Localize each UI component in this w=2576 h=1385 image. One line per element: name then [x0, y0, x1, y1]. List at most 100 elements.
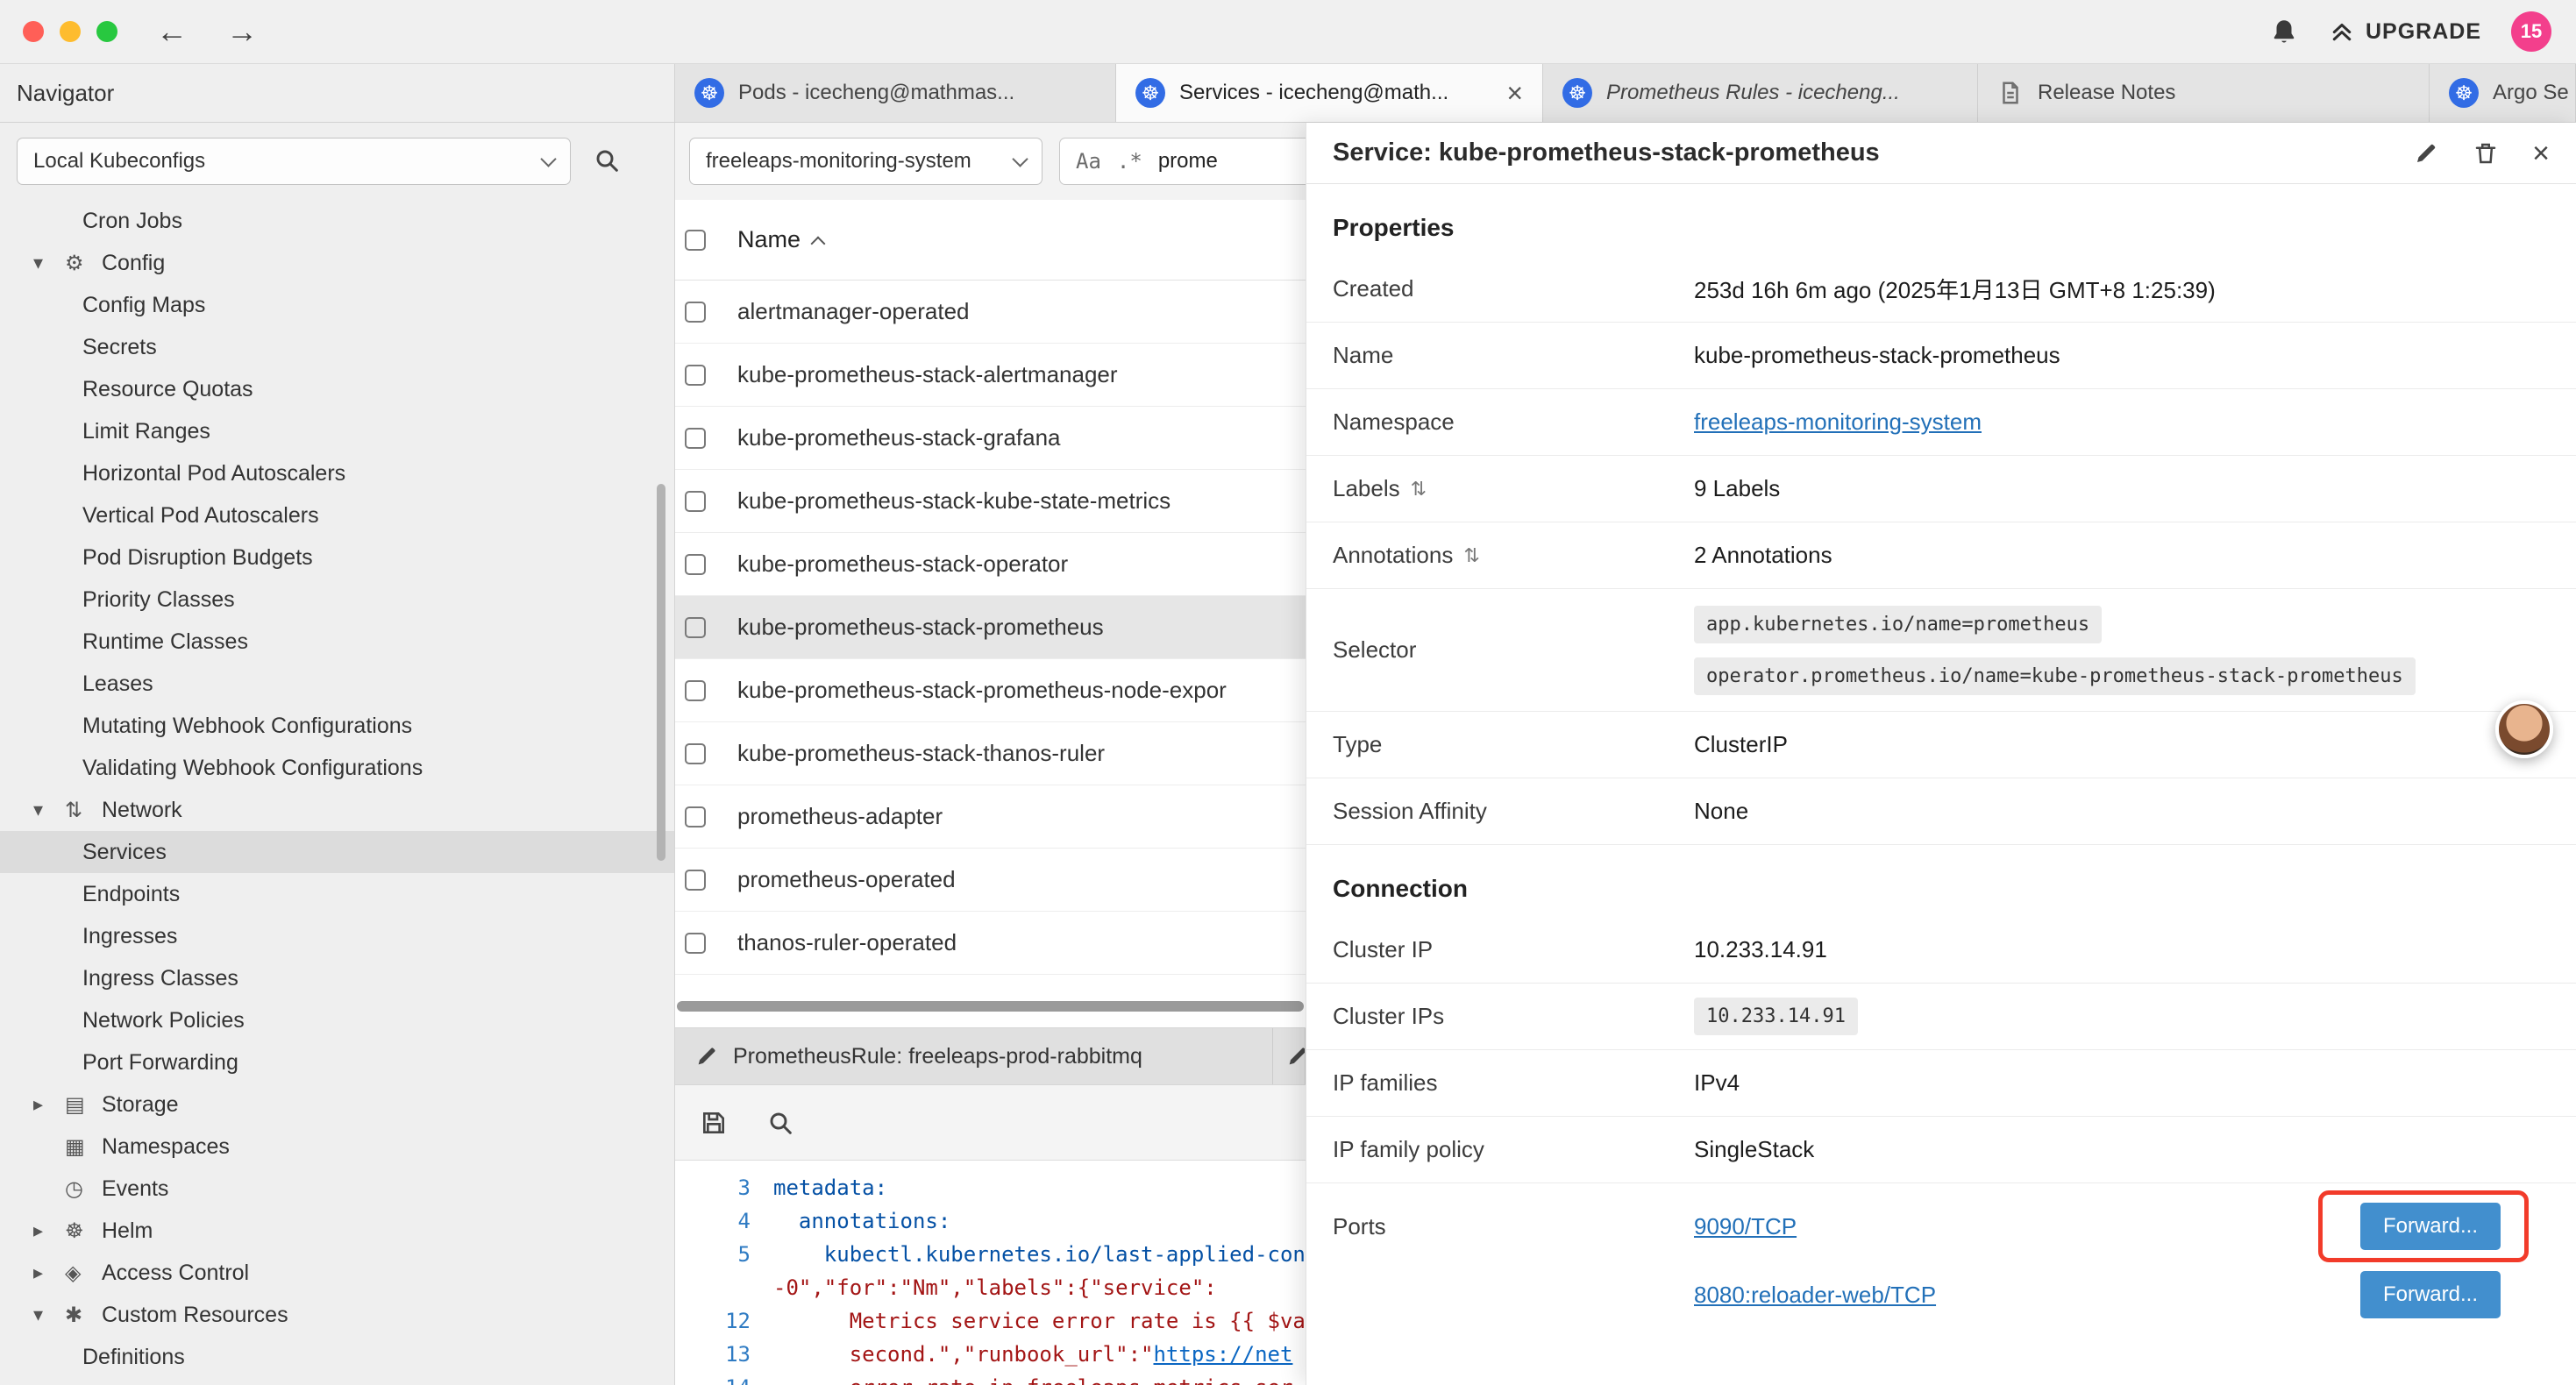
sidebar-item-access-control[interactable]: ▸◈Access Control	[0, 1252, 674, 1294]
sidebar-item-definitions[interactable]: Definitions	[0, 1336, 674, 1378]
line-number: 12	[675, 1309, 773, 1333]
row-checkbox[interactable]	[685, 428, 706, 449]
notification-count-badge[interactable]: 15	[2511, 11, 2551, 52]
row-checkbox[interactable]	[685, 806, 706, 827]
notifications-bell-icon[interactable]	[2269, 17, 2299, 46]
sidebar-item-network-policies[interactable]: Network Policies	[0, 999, 674, 1041]
namespace-filter-select[interactable]: freeleaps-monitoring-system	[689, 138, 1042, 185]
sidebar-item-services[interactable]: Services	[0, 831, 674, 873]
delete-icon[interactable]	[2473, 140, 2499, 167]
sidebar-item-ingress-classes[interactable]: Ingress Classes	[0, 957, 674, 999]
dock-tab-partial[interactable]	[1273, 1028, 1306, 1084]
window-minimize-button[interactable]	[60, 21, 81, 42]
sidebar-item-priority-classes[interactable]: Priority Classes	[0, 579, 674, 621]
sidebar-item-runtime-classes[interactable]: Runtime Classes	[0, 621, 674, 663]
sidebar-item-custom-resources[interactable]: ▾✱Custom Resources	[0, 1294, 674, 1336]
row-checkbox[interactable]	[685, 491, 706, 512]
sidebar-item-port-forwarding[interactable]: Port Forwarding	[0, 1041, 674, 1083]
expand-sort-icon[interactable]: ⇅	[1463, 544, 1479, 567]
sidebar-item-storage[interactable]: ▸▤Storage	[0, 1083, 674, 1126]
row-checkbox[interactable]	[685, 933, 706, 954]
tab-close-icon[interactable]: ×	[1506, 79, 1523, 107]
sidebar-item-pod-disruption-budgets[interactable]: Pod Disruption Budgets	[0, 536, 674, 579]
port-row: 9090/TCP Forward...	[1694, 1192, 2550, 1261]
forward-button[interactable]: Forward...	[2360, 1271, 2501, 1318]
service-name: thanos-ruler-operated	[737, 929, 957, 956]
sidebar-item-validating-webhook-configurations[interactable]: Validating Webhook Configurations	[0, 747, 674, 789]
row-label: Labels	[1333, 475, 1400, 502]
upgrade-button[interactable]: UPGRADE	[2329, 18, 2481, 45]
sidebar-item-events[interactable]: ◷Events	[0, 1168, 674, 1210]
window-zoom-button[interactable]	[96, 21, 117, 42]
row-checkbox[interactable]	[685, 365, 706, 386]
sidebar-item-namespaces[interactable]: ▦Namespaces	[0, 1126, 674, 1168]
tab-argo[interactable]: ☸ Argo Se	[2430, 64, 2576, 122]
caret-expanded-icon[interactable]: ▾	[33, 252, 65, 274]
expand-sort-icon[interactable]: ⇅	[1411, 478, 1427, 501]
caret-expanded-icon[interactable]: ▾	[33, 799, 65, 821]
select-all-checkbox[interactable]	[685, 230, 706, 251]
code-text: -0","for":"Nm","labels":{"service":	[773, 1275, 1217, 1300]
sidebar-item-limit-ranges[interactable]: Limit Ranges	[0, 410, 674, 452]
port-link[interactable]: 8080:reloader-web/TCP	[1694, 1282, 1936, 1309]
sidebar-scrollbar[interactable]	[657, 484, 665, 861]
tab-prometheus-rules[interactable]: ☸ Prometheus Rules - icecheng...	[1543, 64, 1978, 122]
sidebar-item-config-maps[interactable]: Config Maps	[0, 284, 674, 326]
match-case-toggle[interactable]: Aa	[1076, 149, 1101, 174]
forward-button[interactable]: Forward...	[2360, 1203, 2501, 1250]
tab-pods[interactable]: ☸ Pods - icecheng@mathmas...	[675, 64, 1116, 122]
sidebar-item-mutating-webhook-configurations[interactable]: Mutating Webhook Configurations	[0, 705, 674, 747]
column-header-name[interactable]: Name	[737, 226, 823, 253]
sidebar-item-helm[interactable]: ▸☸Helm	[0, 1210, 674, 1252]
port-link[interactable]: 9090/TCP	[1694, 1213, 1797, 1240]
sidebar-item-endpoints[interactable]: Endpoints	[0, 873, 674, 915]
tab-services[interactable]: ☸ Services - icecheng@math... ×	[1116, 64, 1543, 122]
back-icon[interactable]: ←	[156, 16, 188, 47]
sidebar-search-icon[interactable]	[593, 146, 621, 174]
navigator-sidebar: Local Kubeconfigs Cron Jobs▾⚙ConfigConfi…	[0, 123, 675, 1385]
dock-tab-prometheusrule[interactable]: PrometheusRule: freeleaps-prod-rabbitmq	[675, 1028, 1273, 1084]
namespace-link[interactable]: freeleaps-monitoring-system	[1694, 408, 1982, 435]
row-label: IP families	[1333, 1069, 1694, 1097]
edit-icon[interactable]	[2413, 140, 2439, 167]
row-checkbox[interactable]	[685, 302, 706, 323]
sidebar-filter-row: Local Kubeconfigs	[0, 123, 674, 200]
sidebar-item-label: Leases	[82, 671, 153, 697]
sidebar-item-config[interactable]: ▾⚙Config	[0, 242, 674, 284]
row-checkbox[interactable]	[685, 743, 706, 764]
custom_resources-icon: ✱	[65, 1303, 102, 1328]
service-name: prometheus-operated	[737, 866, 956, 893]
editor-search-icon[interactable]	[766, 1109, 794, 1137]
row-checkbox[interactable]	[685, 554, 706, 575]
window-close-button[interactable]	[23, 21, 44, 42]
caret-collapsed-icon[interactable]: ▸	[33, 1219, 65, 1242]
sidebar-item-secrets[interactable]: Secrets	[0, 326, 674, 368]
sidebar-item-horizontal-pod-autoscalers[interactable]: Horizontal Pod Autoscalers	[0, 452, 674, 494]
row-checkbox[interactable]	[685, 870, 706, 891]
sidebar-item-label: Port Forwarding	[82, 1050, 238, 1076]
save-icon[interactable]	[700, 1109, 728, 1137]
pencil-icon	[694, 1044, 719, 1069]
row-checkbox[interactable]	[685, 680, 706, 701]
sidebar-item-leases[interactable]: Leases	[0, 663, 674, 705]
network-icon: ⇅	[65, 798, 102, 823]
row-checkbox[interactable]	[685, 617, 706, 638]
kubeconfig-selector[interactable]: Local Kubeconfigs	[17, 138, 571, 185]
regex-toggle[interactable]: .*	[1117, 149, 1142, 174]
support-avatar[interactable]	[2495, 700, 2553, 758]
close-icon[interactable]: ×	[2532, 138, 2550, 168]
sidebar-item-network[interactable]: ▾⇅Network	[0, 789, 674, 831]
forward-icon[interactable]: →	[226, 16, 258, 47]
sidebar-item-ingresses[interactable]: Ingresses	[0, 915, 674, 957]
caret-expanded-icon[interactable]: ▾	[33, 1303, 65, 1326]
caret-collapsed-icon[interactable]: ▸	[33, 1261, 65, 1284]
service-name: kube-prometheus-stack-grafana	[737, 424, 1061, 451]
sidebar-item-resource-quotas[interactable]: Resource Quotas	[0, 368, 674, 410]
upgrade-label: UPGRADE	[2366, 19, 2481, 45]
tab-release-notes[interactable]: Release Notes	[1978, 64, 2430, 122]
sidebar-item-vertical-pod-autoscalers[interactable]: Vertical Pod Autoscalers	[0, 494, 674, 536]
service-name: kube-prometheus-stack-alertmanager	[737, 361, 1118, 388]
caret-collapsed-icon[interactable]: ▸	[33, 1093, 65, 1116]
horizontal-scrollbar[interactable]	[677, 1001, 1304, 1012]
sidebar-item-cron-jobs[interactable]: Cron Jobs	[0, 200, 674, 242]
